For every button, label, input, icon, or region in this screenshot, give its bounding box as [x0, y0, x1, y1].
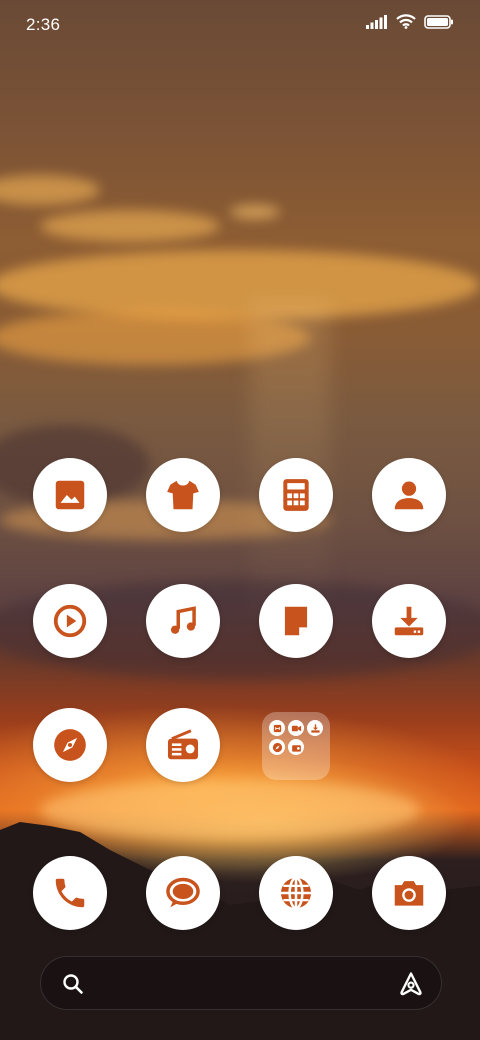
cloud	[230, 205, 280, 219]
compass-icon[interactable]	[33, 708, 107, 782]
music-player-icon[interactable]	[33, 584, 107, 658]
themes-icon[interactable]	[146, 458, 220, 532]
gallery-icon[interactable]	[33, 458, 107, 532]
radio-glyph-icon	[167, 729, 199, 760]
tshirt-icon	[167, 480, 199, 510]
assistant-icon[interactable]	[397, 970, 425, 998]
notes-icon[interactable]	[259, 584, 333, 658]
folder-video-icon	[288, 720, 304, 736]
camera-icon[interactable]	[372, 856, 446, 930]
search-bar[interactable]	[40, 956, 442, 1011]
chat-bubble-icon	[166, 877, 200, 908]
globe-icon	[280, 876, 312, 910]
note-page-icon	[284, 606, 308, 636]
signal-icon	[366, 14, 387, 29]
radio-icon[interactable]	[146, 708, 220, 782]
browser-icon[interactable]	[259, 856, 333, 930]
folder-download-icon	[307, 720, 323, 736]
calculator-glyph-icon	[283, 479, 309, 511]
cloud	[40, 210, 220, 242]
person-icon	[394, 481, 424, 510]
battery-icon	[424, 14, 453, 29]
wifi-icon	[396, 14, 416, 29]
cloud	[0, 250, 480, 320]
download-arrow-icon	[394, 606, 424, 636]
image-icon	[55, 480, 85, 510]
search-icon[interactable]	[61, 972, 85, 996]
folder-recorder-icon	[269, 720, 285, 736]
messages-icon[interactable]	[146, 856, 220, 930]
status-time: 2:36	[26, 15, 61, 34]
app-folder[interactable]	[262, 712, 330, 780]
downloads-icon[interactable]	[372, 584, 446, 658]
folder-compass-icon	[269, 739, 285, 755]
phone-handset-icon	[55, 878, 85, 908]
compass-glyph-icon	[54, 729, 86, 761]
play-circle-icon	[53, 604, 87, 638]
phone-icon[interactable]	[33, 856, 107, 930]
contacts-icon[interactable]	[372, 458, 446, 532]
calculator-icon[interactable]	[259, 458, 333, 532]
music-note-icon	[170, 606, 196, 634]
folder-radio-icon	[288, 739, 304, 755]
music-icon[interactable]	[146, 584, 220, 658]
status-bar: 2:36	[0, 0, 480, 50]
camera-glyph-icon	[394, 881, 424, 906]
search-input[interactable]	[97, 957, 381, 1011]
status-icons	[366, 14, 454, 29]
cloud	[0, 175, 100, 205]
